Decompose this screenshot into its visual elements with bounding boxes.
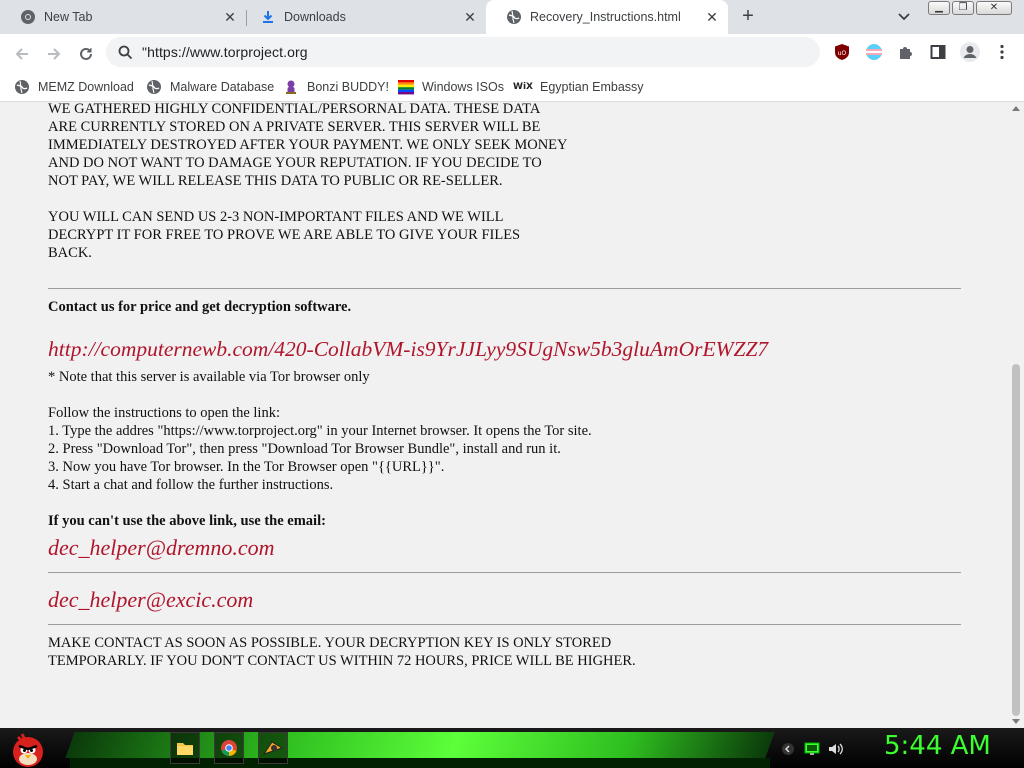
page-scrollbar[interactable] [1008,102,1024,728]
window-controls: ▁ ❐ ✕ [928,1,1012,15]
taskbar-winamp[interactable] [258,732,288,764]
tab-downloads[interactable]: Downloads ✕ [240,0,486,34]
bookmark-label: Malware Database [170,80,275,94]
side-panel-icon[interactable] [929,43,947,61]
new-tab-button[interactable]: + [736,5,760,29]
page-content: WE GATHERED HIGHLY CONFIDENTIAL/PERSORNA… [0,102,1008,728]
volume-icon[interactable] [828,741,844,757]
divider [48,288,961,289]
arrow-right-icon [48,48,61,60]
close-window-button[interactable]: ✕ [976,1,1012,15]
wix-icon: WiX [513,82,533,92]
close-icon[interactable]: ✕ [222,9,238,25]
taskbar-clock[interactable]: 5:44 AM [884,731,991,761]
bookmarks-bar: MEMZ Download Malware Database Bonzi BUD… [0,72,1024,102]
bonzi-icon [283,79,299,95]
back-button[interactable] [10,42,34,66]
search-icon [118,45,133,65]
tor-link[interactable]: http://computernewb.com/420-CollabVM-is9… [48,337,768,362]
tab-recovery-instructions[interactable]: Recovery_Instructions.html ✕ [486,0,728,34]
bookmark-egyptian-embassy[interactable]: WiX Egyptian Embassy [513,76,644,98]
reload-button[interactable] [74,42,98,66]
email-heading: If you can't use the above link, use the… [48,513,326,529]
url-text: "https://www.torproject.org [142,44,308,60]
address-bar[interactable]: "https://www.torproject.org [106,37,820,67]
windows-icon [398,79,414,95]
close-icon[interactable]: ✕ [462,9,478,25]
reload-icon [80,47,92,60]
scroll-up-arrow-icon[interactable] [1012,106,1020,111]
bookmark-bonzi-buddy[interactable]: Bonzi BUDDY! [283,76,389,98]
ublock-icon[interactable]: uO [833,43,851,61]
restore-button[interactable]: ❐ [952,1,974,15]
chrome-icon [221,740,237,757]
tab-new-tab[interactable]: New Tab ✕ [0,0,246,34]
taskbar-chrome[interactable] [214,732,244,764]
tab-strip: New Tab ✕ Downloads ✕ Recovery_Instructi… [0,0,1024,34]
final-warning: MAKE CONTACT AS SOON AS POSSIBLE. YOUR D… [48,635,636,669]
start-button[interactable] [6,728,48,768]
bookmark-label: MEMZ Download [38,80,134,94]
browser-toolbar: "https://www.torproject.org uO [0,34,1024,72]
ransom-paragraph-data: WE GATHERED HIGHLY CONFIDENTIAL/PERSORNA… [48,102,568,189]
scroll-down-arrow-icon[interactable] [1012,719,1020,724]
system-tray [780,734,844,764]
chevron-left-icon[interactable] [780,741,796,757]
divider [48,624,961,625]
chevron-down-icon[interactable] [896,8,912,24]
download-icon [260,9,276,25]
minimize-button[interactable]: ▁ [928,1,950,15]
instructions-list: Follow the instructions to open the link… [48,405,592,493]
globe-icon [146,79,162,95]
email-link-dremno[interactable]: dec_helper@dremno.com [48,535,275,561]
scroll-thumb[interactable] [1012,364,1020,716]
bookmark-label: Bonzi BUDDY! [307,80,389,94]
tab-title: New Tab [44,10,93,24]
globe-icon [14,79,30,95]
svg-text:uO: uO [838,50,847,57]
profile-avatar-icon[interactable] [959,41,981,63]
divider [48,572,961,573]
bookmark-label: Egyptian Embassy [540,80,644,94]
taskbar: 5:44 AM [0,728,1024,768]
bookmark-label: Windows ISOs [422,80,504,94]
bookmark-malware-database[interactable]: Malware Database [146,76,274,98]
chrome-icon [20,9,36,25]
forward-button[interactable] [42,42,66,66]
globe-icon [506,9,522,25]
contact-heading: Contact us for price and get decryption … [48,299,352,315]
winamp-icon [262,741,284,755]
tab-title: Downloads [284,10,346,24]
tab-title: Recovery_Instructions.html [530,10,681,24]
angry-bird-icon [13,733,43,767]
kebab-menu-icon[interactable] [993,43,1011,61]
bookmark-windows-isos[interactable]: Windows ISOs [398,76,504,98]
pride-flag-extension-icon[interactable] [865,43,883,61]
arrow-left-icon [15,48,28,60]
folder-icon [177,743,193,755]
puzzle-icon[interactable] [897,43,915,61]
ransom-paragraph-files: YOU WILL CAN SEND US 2-3 NON-IMPORTANT F… [48,209,521,261]
taskbar-file-explorer[interactable] [170,732,200,764]
email-link-excic[interactable]: dec_helper@excic.com [48,587,253,613]
close-icon[interactable]: ✕ [704,9,720,25]
bookmark-memz-download[interactable]: MEMZ Download [14,76,134,98]
tor-note: * Note that this server is available via… [48,369,370,385]
network-icon[interactable] [804,741,820,757]
